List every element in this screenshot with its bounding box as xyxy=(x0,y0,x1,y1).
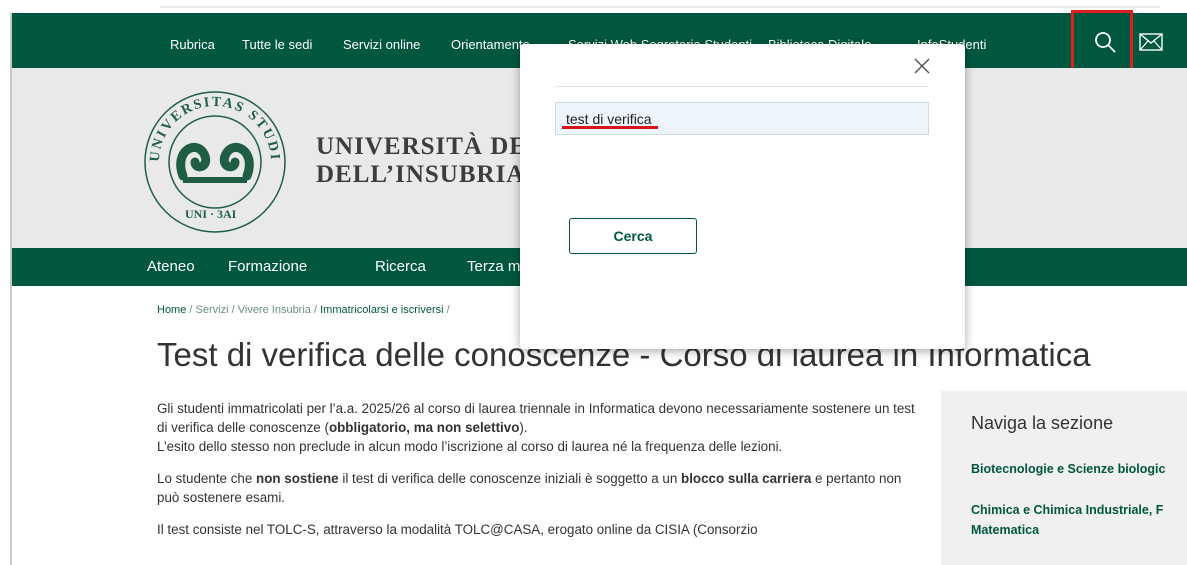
breadcrumb-separator: / xyxy=(446,304,450,316)
paragraph-2-bold-2: blocco sulla carriera xyxy=(681,471,812,486)
breadcrumb: Home / Servizi / Vivere Insubria / Immat… xyxy=(157,304,450,316)
search-button[interactable]: Cerca xyxy=(569,218,697,254)
breadcrumb-immatricolarsi[interactable]: Immatricolarsi e iscriversi xyxy=(320,304,443,316)
close-icon[interactable] xyxy=(911,55,933,77)
main-nav-ricerca[interactable]: Ricerca xyxy=(375,258,426,275)
page-body: Gli studenti immatricolati per l’a.a. 20… xyxy=(157,399,917,552)
main-nav-formazione[interactable]: Formazione xyxy=(228,258,307,275)
paragraph-2-text: Lo studente che xyxy=(157,471,257,486)
top-strip xyxy=(0,0,1187,13)
main-nav-ateneo[interactable]: Ateneo xyxy=(147,258,195,275)
university-logo[interactable]: UNIVERSITAS STUDIORUM INSUBRIAE UNI · 3A… xyxy=(143,90,288,235)
top-nav-servizi-online[interactable]: Servizi online xyxy=(343,37,420,52)
mail-icon[interactable] xyxy=(1139,33,1163,51)
paragraph-2-bold-1: non sostiene xyxy=(256,471,339,486)
paragraph-3: Il test consiste nel TOLC-S, attraverso … xyxy=(157,522,758,537)
university-name: UNIVERSITÀ DEG DELL’INSUBRIA xyxy=(316,133,547,189)
top-nav-tutte-le-sedi[interactable]: Tutte le sedi xyxy=(242,37,312,52)
paragraph-2-mid: il test di verifica delle conoscenze ini… xyxy=(338,471,682,486)
modal-divider xyxy=(555,86,928,87)
paragraph-1-line2: L’esito dello stesso non preclude in alc… xyxy=(157,439,783,454)
university-name-line1: UNIVERSITÀ DEG xyxy=(316,133,548,160)
top-nav-orientamento[interactable]: Orientamento xyxy=(451,37,530,52)
sidebar-link-chimica[interactable]: Chimica e Chimica Industriale, F xyxy=(971,500,1163,520)
svg-text:UNI · 3AI: UNI · 3AI xyxy=(185,207,237,221)
breadcrumb-servizi[interactable]: Servizi xyxy=(196,304,229,316)
top-strip-line xyxy=(160,6,1160,8)
search-text-underline xyxy=(562,126,658,129)
university-name-line2: DELL’INSUBRIA xyxy=(316,161,526,188)
sidebar-link-biotecnologie[interactable]: Biotecnologie e Scienze biologic xyxy=(971,459,1165,479)
paragraph-1-text: Gli studenti immatricolati per l’a.a. 20… xyxy=(157,401,915,435)
section-sidebar: Naviga la sezione Biotecnologie e Scienz… xyxy=(941,391,1187,565)
paragraph-2: Lo studente che non sostiene il test di … xyxy=(157,469,917,507)
main-nav-terza-missione[interactable]: Terza m xyxy=(467,258,520,275)
breadcrumb-home[interactable]: Home xyxy=(157,304,186,316)
paragraph-1-end: ). xyxy=(519,420,528,435)
breadcrumb-vivere-insubria[interactable]: Vivere Insubria xyxy=(238,304,311,316)
search-highlight-box xyxy=(1071,10,1133,72)
paragraph-1: Gli studenti immatricolati per l’a.a. 20… xyxy=(157,399,917,456)
paragraph-1-bold: obbligatorio, ma non selettivo xyxy=(328,420,520,435)
top-nav-rubrica[interactable]: Rubrica xyxy=(170,37,215,52)
sidebar-title: Naviga la sezione xyxy=(971,413,1114,433)
sidebar-link-matematica[interactable]: Matematica xyxy=(971,520,1039,540)
search-input[interactable] xyxy=(555,102,929,135)
svg-text:UNIVERSITAS STUDIORUM INSUBRIA: UNIVERSITAS STUDIORUM INSUBRIAE xyxy=(143,90,282,162)
search-modal: Cerca xyxy=(520,44,965,349)
